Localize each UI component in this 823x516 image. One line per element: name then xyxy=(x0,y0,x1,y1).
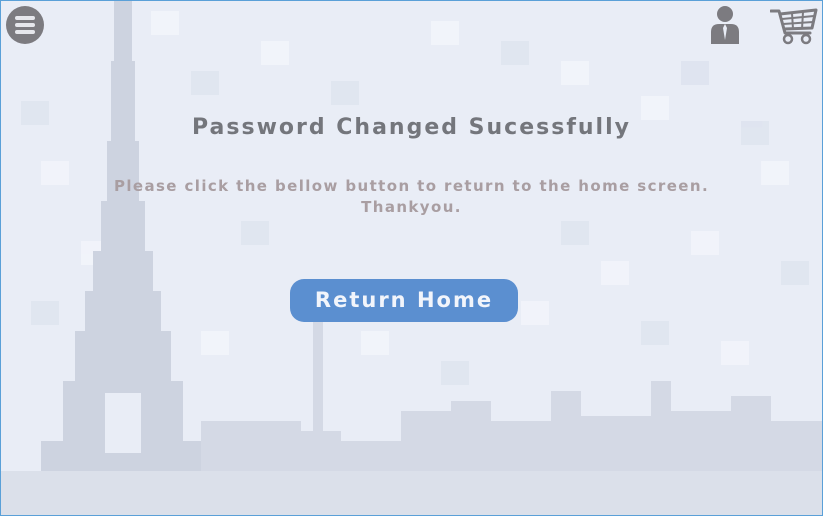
menu-bar xyxy=(15,23,35,27)
shopping-cart-icon[interactable] xyxy=(770,5,818,45)
return-home-button[interactable]: Return Home xyxy=(290,279,518,322)
page-title: Password Changed Sucessfully xyxy=(192,115,631,140)
app-screen: Password Changed Sucessfully Please clic… xyxy=(0,0,823,516)
thank-you-line: Thankyou. xyxy=(361,198,462,216)
hamburger-menu-icon[interactable] xyxy=(6,6,44,44)
paris-skyline-background xyxy=(1,1,822,515)
user-profile-icon[interactable] xyxy=(708,4,742,44)
instruction-line: Please click the bellow button to return… xyxy=(113,177,710,195)
menu-bar xyxy=(15,16,35,20)
menu-bar xyxy=(15,30,35,34)
instruction-message: Please click the bellow button to return… xyxy=(1,176,822,218)
